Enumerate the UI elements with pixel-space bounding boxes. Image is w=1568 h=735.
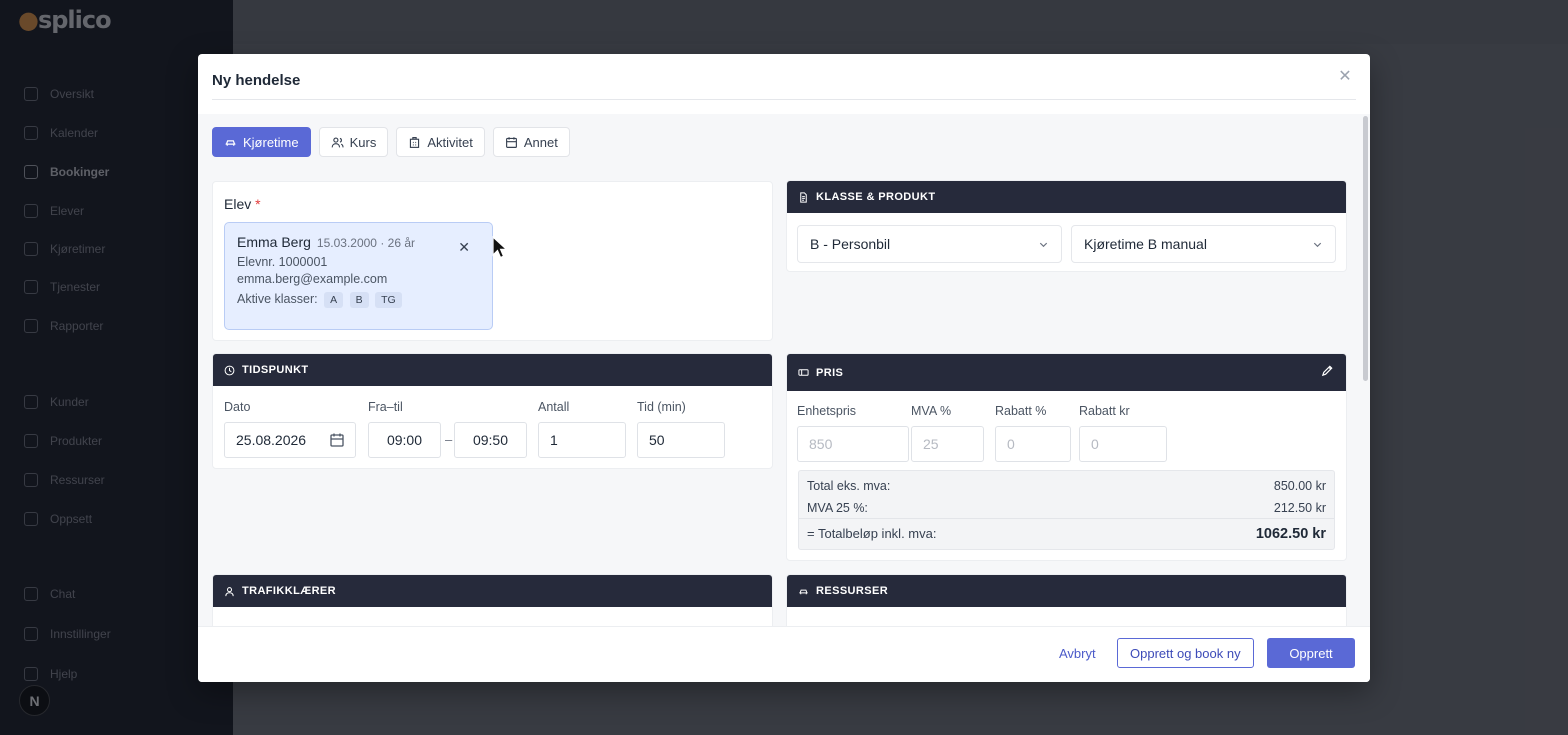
date-value: 25.08.2026 [236, 432, 307, 448]
tab-label: Annet [523, 134, 558, 150]
dialog-header: Ny hendelse ✕ [212, 54, 1356, 100]
remove-student-icon[interactable]: ✕ [458, 239, 470, 256]
building-icon [410, 136, 420, 148]
class-product-header: KLASSE & PRODUKT [787, 181, 1346, 213]
create-button[interactable]: Opprett [1267, 638, 1355, 668]
total-ex-vat-value: 850.00 kr [1273, 479, 1326, 493]
to-time-input[interactable]: 09:50 [454, 422, 527, 458]
discount-kr-input[interactable]: 0 [1079, 426, 1167, 462]
resources-card: RESSURSER [786, 574, 1347, 626]
instructor-heading: TRAFIKKLÆRER [242, 585, 337, 597]
unit-price-label: Enhetspris [797, 404, 857, 418]
close-icon[interactable]: ✕ [1336, 68, 1354, 86]
student-birthdate-age: 15.03.2000 · 26 år [316, 236, 415, 250]
tab-label: Kurs [349, 134, 377, 150]
dialog-body: Kjøretime Kurs Aktivitet Annet Elev * Em… [198, 114, 1370, 626]
total-ex-vat-label: Total eks. mva: [807, 479, 891, 493]
selected-student[interactable]: Emma Berg 15.03.2000 · 26 år ✕ Elevnr. 10… [224, 222, 493, 330]
product-select[interactable]: Kjøretime B manual [1071, 225, 1336, 263]
price-summary: Total eks. mva: 850.00 kr MVA 25 %: 212.… [798, 470, 1335, 550]
active-classes-label: Aktive klasser: [237, 292, 318, 306]
users-icon [331, 136, 344, 147]
resources-header: RESSURSER [787, 575, 1346, 607]
discount-percent-label: Rabatt % [995, 404, 1047, 418]
instructor-card: TRAFIKKLÆRER [212, 574, 773, 626]
student-active-classes: Aktive klasser: A B TG [237, 292, 480, 308]
price-heading: PRIS [816, 366, 844, 379]
dialog-title: Ny hendelse [212, 72, 301, 89]
calendar-icon[interactable] [329, 432, 345, 448]
summary-divider [799, 518, 1334, 519]
price-card: PRIS Enhetspris 850 MVA % 25 Rabatt % 0 … [786, 353, 1347, 561]
car-icon [799, 589, 808, 594]
chevron-down-icon [1039, 242, 1048, 248]
edit-icon[interactable] [1321, 364, 1334, 377]
total-ex-vat-row: Total eks. mva: 850.00 kr [807, 479, 1326, 493]
time-heading: TIDSPUNKT [242, 364, 309, 376]
discount-kr-label: Rabatt kr [1079, 404, 1130, 418]
time-header: TIDSPUNKT [213, 354, 772, 386]
vat-percent-label: MVA % [911, 404, 952, 418]
cancel-button[interactable]: Avbryt [1047, 638, 1108, 668]
mouse-cursor-icon [492, 236, 508, 259]
vat-amount-row: MVA 25 %: 212.50 kr [807, 501, 1326, 515]
new-event-dialog: Ny hendelse ✕ Kjøretime Kurs Aktivitet A… [198, 54, 1370, 682]
unit-price-input[interactable]: 850 [797, 426, 909, 462]
tab-label: Kjøretime [243, 134, 299, 150]
student-number: Elevnr. 1000001 [237, 255, 328, 269]
class-chip: B [349, 292, 369, 308]
tab-kurs[interactable]: Kurs [318, 127, 389, 157]
ticket-icon [798, 369, 809, 376]
vat-amount-value: 212.50 kr [1273, 501, 1326, 515]
time-range-dash: – [445, 432, 453, 447]
count-label: Antall [538, 400, 570, 414]
student-email: emma.berg@example.com [237, 272, 388, 286]
total-inc-vat-label: = Totalbeløp inkl. mva: [807, 526, 937, 541]
dialog-scrollbar[interactable] [1363, 116, 1368, 381]
calendar-icon [505, 136, 517, 148]
resources-heading: RESSURSER [816, 585, 889, 597]
date-input[interactable]: 25.08.2026 [224, 422, 356, 458]
event-type-tabs: Kjøretime Kurs Aktivitet Annet [212, 127, 570, 157]
total-inc-vat-row: = Totalbeløp inkl. mva: 1062.50 kr [807, 526, 1326, 542]
instructor-header: TRAFIKKLÆRER [213, 575, 772, 607]
from-to-label: Fra–til [368, 400, 403, 414]
document-icon [800, 191, 807, 203]
class-product-card: KLASSE & PRODUKT B - Personbil Kjøretime… [786, 180, 1347, 272]
duration-label: Tid (min) [637, 400, 686, 414]
vat-percent-input[interactable]: 25 [911, 426, 984, 462]
student-label: Elev * [224, 196, 261, 212]
car-icon [225, 139, 236, 146]
tab-kjoretime[interactable]: Kjøretime [212, 127, 311, 157]
class-product-heading: KLASSE & PRODUKT [816, 191, 936, 203]
chevron-down-icon [1313, 242, 1322, 248]
student-card: Elev * Emma Berg 15.03.2000 · 26 år ✕ Ele… [212, 181, 773, 341]
duration-input[interactable]: 50 [637, 422, 725, 458]
class-select[interactable]: B - Personbil [797, 225, 1062, 263]
total-inc-vat-value: 1062.50 kr [1255, 526, 1326, 542]
tab-aktivitet[interactable]: Aktivitet [396, 127, 485, 157]
student-name: Emma Berg [237, 234, 311, 250]
clock-icon [224, 365, 235, 375]
date-label: Dato [224, 400, 251, 414]
create-and-book-new-button[interactable]: Opprett og book ny [1117, 638, 1254, 668]
time-card: TIDSPUNKT Dato 25.08.2026 Fra–til 09:00 … [212, 353, 773, 469]
class-select-value: B - Personbil [810, 236, 891, 252]
count-input[interactable]: 1 [538, 422, 626, 458]
class-chip: TG [375, 292, 402, 308]
tab-annet[interactable]: Annet [492, 127, 570, 157]
from-time-input[interactable]: 09:00 [368, 422, 441, 458]
price-header: PRIS [787, 354, 1346, 391]
dialog-footer: Avbryt Opprett og book ny Opprett [198, 626, 1370, 682]
user-icon [225, 586, 234, 596]
product-select-value: Kjøretime B manual [1084, 236, 1207, 252]
discount-percent-input[interactable]: 0 [995, 426, 1071, 462]
tab-label: Aktivitet [427, 134, 473, 150]
class-chip: A [324, 292, 344, 308]
vat-amount-label: MVA 25 %: [807, 501, 868, 515]
